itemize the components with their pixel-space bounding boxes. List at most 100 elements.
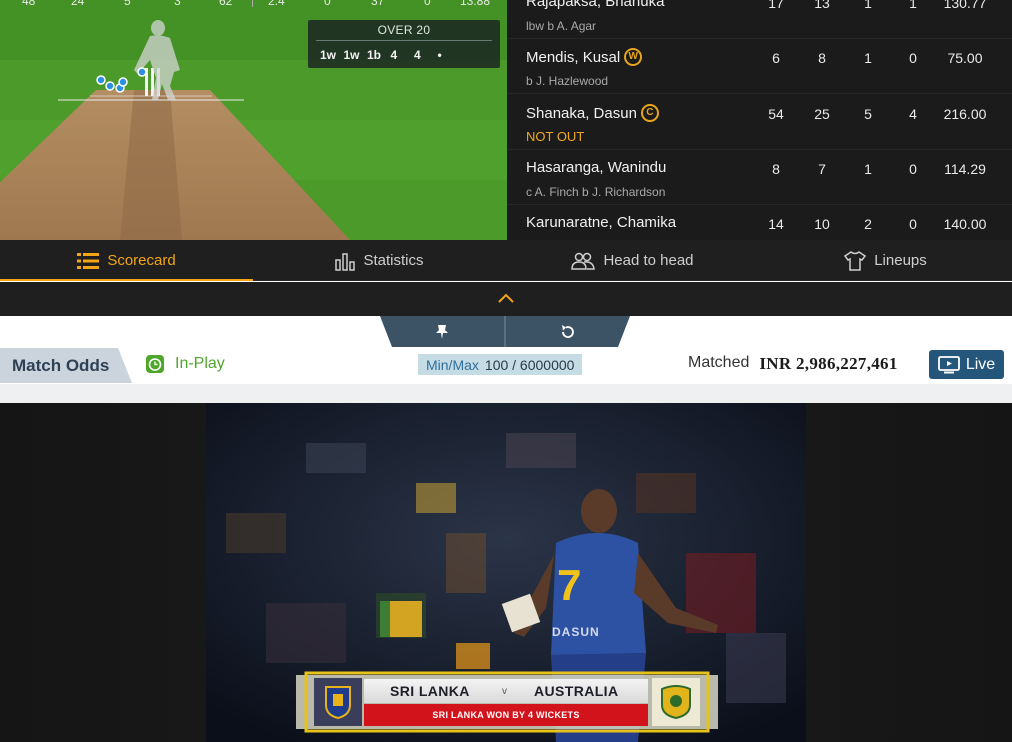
balls: 13 <box>814 0 830 11</box>
batting-scorecard: Rajapaksa, Bhanuka lbw b A. Agar 17 13 1… <box>507 0 1012 240</box>
live-label: Live <box>965 355 996 373</box>
in-play-label: In-Play <box>175 355 225 372</box>
team-home: SRI LANKA <box>390 683 470 699</box>
batter-name-text: Karunaratne, Chamika <box>526 214 677 231</box>
stat-value: 5 <box>124 0 131 8</box>
over-title: OVER 20 <box>377 23 431 37</box>
runs: 17 <box>768 0 784 11</box>
batter-row[interactable]: Rajapaksa, Bhanuka lbw b A. Agar 17 13 1… <box>507 0 1012 39</box>
australia-crest-icon <box>661 685 691 719</box>
tab-head-to-head[interactable]: Head to head <box>506 240 759 281</box>
batter-name: Hasaranga, Wanindu <box>526 159 666 176</box>
sixes: 1 <box>909 0 917 11</box>
min-max-value: 100 / 6000000 <box>484 356 575 373</box>
fours: 1 <box>864 50 872 66</box>
shirt-icon <box>844 250 867 271</box>
ball-result: 1b <box>367 48 382 62</box>
matched-label: Matched <box>688 354 750 371</box>
batter-name-text: Rajapaksa, Bhanuka <box>526 0 665 10</box>
versus-label: v <box>502 685 507 697</box>
ball-result: 4 <box>414 48 421 62</box>
stat-value: 48 <box>22 0 36 8</box>
section-divider <box>0 384 1012 403</box>
over-balls: 1w 1w 1b 4 4 • <box>320 48 461 62</box>
not-out-label: NOT OUT <box>526 129 585 144</box>
market-title-tab[interactable]: Match Odds <box>0 348 132 383</box>
team-away: AUSTRALIA <box>534 683 619 699</box>
stat-value: 3 <box>174 0 181 8</box>
matched-amount: Matched INR 2,986,227,461 <box>688 354 898 374</box>
tab-label: Scorecard <box>107 252 176 269</box>
runs: 6 <box>772 50 780 66</box>
tab-label: Head to head <box>603 252 694 269</box>
over-divider <box>316 40 492 41</box>
fours: 5 <box>864 106 872 122</box>
stat-value: 62 <box>219 0 233 8</box>
batter-row[interactable]: Shanaka, Dasun C NOT OUT 54 25 5 4 216.0… <box>507 95 1012 150</box>
balls: 8 <box>818 50 826 66</box>
batter-name: Shanaka, Dasun C <box>526 104 659 122</box>
refresh-button[interactable] <box>506 316 630 347</box>
list-icon <box>77 252 100 269</box>
wicketkeeper-badge-icon: W <box>624 48 643 66</box>
fours: 1 <box>864 161 872 177</box>
runs: 14 <box>768 216 784 232</box>
batter-name-text: Shanaka, Dasun <box>526 104 637 122</box>
ball-result: 1w <box>320 48 337 62</box>
market-title: Match Odds <box>12 356 110 375</box>
batter-row[interactable]: Mendis, Kusal W b J. Hazlewood 6 8 1 0 7… <box>507 39 1012 94</box>
pin-button[interactable] <box>380 316 504 347</box>
stats-strip: 48 24 5 3 62 2.4 0 37 0 13.88 <box>0 0 507 8</box>
result-bar: SRI LANKA WON BY 4 WICKETS <box>364 704 648 726</box>
broadcast-score-banner: SRI LANKA v AUSTRALIA SRI LANKA WON BY 4… <box>296 671 718 733</box>
ball-result: 1w <box>343 48 360 62</box>
stat-value: 24 <box>71 0 85 8</box>
strike-rate: 216.00 <box>943 106 987 122</box>
stat-value: 2.4 <box>268 0 285 8</box>
live-stream-panel: 7 DASUN SRI LANKA v AUSTRALIA SRI LANKA … <box>0 403 1012 742</box>
live-button[interactable]: Live <box>929 350 1004 379</box>
batter-name: Mendis, Kusal W <box>526 48 643 66</box>
bar-chart-icon <box>335 252 356 271</box>
match-tabs: Scorecard Statistics Head to head Lineup… <box>0 240 1012 281</box>
sixes: 0 <box>909 161 917 177</box>
stat-value: 13.88 <box>460 0 491 8</box>
sixes: 0 <box>909 50 917 66</box>
batter-name-text: Mendis, Kusal <box>526 48 621 66</box>
match-result: SRI LANKA WON BY 4 WICKETS <box>432 710 580 720</box>
tab-label: Statistics <box>363 252 424 269</box>
fours: 2 <box>864 216 872 232</box>
matched-value: INR 2,986,227,461 <box>759 354 898 373</box>
teams-bar: SRI LANKA v AUSTRALIA <box>364 679 648 703</box>
strike-rate: 114.29 <box>944 161 986 177</box>
tab-scorecard[interactable]: Scorecard <box>0 240 253 281</box>
refresh-icon <box>562 324 574 338</box>
dismissal-text: c A. Finch b J. Richardson <box>526 185 666 199</box>
users-icon <box>571 252 596 270</box>
batter-name-text: Hasaranga, Wanindu <box>526 159 667 176</box>
batter-row[interactable]: Hasaranga, Wanindu c A. Finch b J. Richa… <box>507 150 1012 205</box>
tab-lineups[interactable]: Lineups <box>759 240 1012 281</box>
stat-value: 37 <box>371 0 385 8</box>
stat-value: 0 <box>324 0 331 8</box>
sixes: 0 <box>909 216 917 232</box>
tab-label: Lineups <box>874 252 927 269</box>
chevron-up-icon[interactable] <box>498 293 514 303</box>
batter-row[interactable]: Karunaratne, Chamika 14 10 2 0 140.00 <box>507 205 1012 240</box>
jersey-number: 7 <box>557 561 582 610</box>
balls: 10 <box>814 216 830 232</box>
sixes: 4 <box>909 106 917 122</box>
min-max-label: Min/Max <box>426 356 479 373</box>
collapse-bar[interactable] <box>0 282 1012 316</box>
captain-badge-icon: C <box>640 104 659 122</box>
dismissal-text: lbw b A. Agar <box>526 19 597 33</box>
over-summary: OVER 20 1w 1w 1b 4 4 • <box>308 20 500 68</box>
in-play-status: In-Play <box>145 354 225 374</box>
sri-lanka-crest-icon <box>325 686 351 719</box>
pin-refresh-controls <box>380 316 630 347</box>
dismissal-text: b J. Hazlewood <box>526 74 609 88</box>
ball-result: • <box>437 48 442 62</box>
tab-statistics[interactable]: Statistics <box>253 240 506 281</box>
clock-icon <box>146 355 164 373</box>
ball-result: 4 <box>390 48 398 62</box>
